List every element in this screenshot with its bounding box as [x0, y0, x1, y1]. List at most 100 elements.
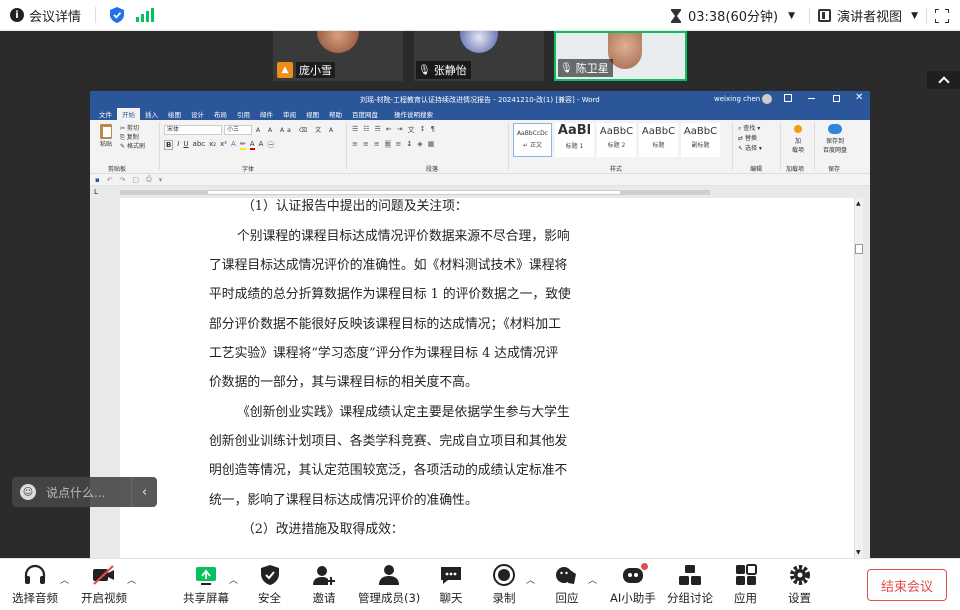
signal-icon[interactable] — [136, 8, 155, 22]
char-shading-button[interactable]: A — [259, 140, 264, 150]
new-doc-icon[interactable]: ▢ — [133, 176, 140, 184]
enclose-char-button[interactable]: ㊀ — [267, 140, 274, 150]
undo-icon[interactable]: ↶ — [107, 176, 113, 184]
speaker-view-button[interactable]: 演讲者视图 ▼ — [818, 6, 918, 25]
emoji-icon[interactable]: ☺ — [20, 484, 36, 500]
justify-icon[interactable]: ≡ — [384, 140, 391, 148]
apps-button[interactable]: 应用 — [734, 563, 757, 606]
collapse-chat-icon[interactable]: ‹ — [131, 477, 157, 507]
text-effects-button[interactable]: A — [231, 140, 236, 150]
audio-options-caret[interactable]: ︿ — [60, 573, 69, 586]
audio-button[interactable]: 选择音频 — [12, 563, 58, 606]
font-size-select[interactable]: 小三 — [224, 125, 252, 135]
participant-tile-1[interactable]: ▲ 庞小雪 — [273, 31, 403, 81]
video-button[interactable]: 开启视频 — [81, 563, 127, 606]
ribbon-tab[interactable]: 设计 — [186, 108, 209, 120]
find-button[interactable]: ⌕ 查找 ▾ — [738, 124, 762, 134]
underline-button[interactable]: U — [183, 140, 188, 150]
borders-icon[interactable]: ▦ — [428, 140, 435, 148]
cut-button[interactable]: ✂ 剪切 — [120, 124, 145, 133]
replace-button[interactable]: ⇄ 替换 — [738, 134, 762, 144]
security-button[interactable]: 安全 — [258, 563, 281, 606]
paste-button[interactable]: 粘贴 — [96, 124, 116, 148]
meeting-details-button[interactable]: i 会议详情 — [10, 6, 81, 25]
tab-selector-icon[interactable]: L — [94, 188, 98, 196]
reaction-button[interactable]: 回应 — [555, 563, 579, 606]
vertical-scrollbar[interactable]: ▲ ▼ — [854, 198, 863, 558]
style-item[interactable]: AaBl 标题 1 — [555, 123, 594, 157]
ribbon-tab[interactable]: 操作说明搜索 — [389, 108, 438, 120]
record-button[interactable]: 录制 — [492, 563, 516, 606]
fullscreen-icon[interactable] — [934, 7, 950, 24]
share-options-caret[interactable]: ︿ — [229, 573, 238, 586]
ribbon-tab[interactable]: 引用 — [232, 108, 255, 120]
format-painter-button[interactable]: ✎ 格式刷 — [120, 142, 145, 151]
collapse-strip-button[interactable] — [927, 71, 960, 89]
ribbon-tab[interactable]: 帮助 — [324, 108, 347, 120]
record-options-caret[interactable]: ︿ — [526, 573, 535, 586]
scroll-up-icon[interactable]: ▲ — [856, 200, 861, 207]
ribbon-tab[interactable]: 文件 — [94, 108, 117, 120]
scroll-thumb[interactable] — [855, 244, 863, 254]
style-item[interactable]: AaBbCcDc ↵ 正文 — [513, 123, 552, 157]
breakout-rooms-button[interactable]: 分组讨论 — [667, 563, 713, 606]
sort-icon[interactable]: ↕ — [420, 125, 426, 135]
user-avatar[interactable] — [762, 94, 772, 104]
chat-quick-input[interactable]: ☺ 说点什么... ‹ — [12, 477, 157, 507]
scroll-down-icon[interactable]: ▼ — [856, 549, 861, 556]
ribbon-tab[interactable]: 插入 — [140, 108, 163, 120]
align-right-icon[interactable]: ≡ — [374, 140, 380, 148]
shield-check-icon[interactable] — [110, 7, 125, 23]
redo-icon[interactable]: ↷ — [120, 176, 126, 184]
settings-button[interactable]: 设置 — [788, 563, 811, 606]
style-item[interactable]: AaBbC 标题 2 — [597, 123, 636, 157]
subscript-button[interactable]: x₂ — [209, 140, 216, 150]
invite-button[interactable]: 邀请 — [312, 563, 336, 606]
chinese-layout-icon[interactable]: 文 — [408, 125, 415, 135]
timer-dropdown-icon[interactable]: ▼ — [788, 11, 795, 21]
multilevel-icon[interactable]: ☴ — [375, 125, 381, 135]
ribbon-tab[interactable]: 绘图 — [163, 108, 186, 120]
highlight-button[interactable]: ✏ — [239, 140, 246, 150]
ribbon-tab[interactable]: 开始 — [117, 108, 140, 120]
participant-tile-2[interactable]: 🎙 张静怡 — [414, 31, 544, 81]
reaction-options-caret[interactable]: ︿ — [588, 573, 597, 586]
copy-button[interactable]: ⎘ 复制 — [120, 133, 145, 142]
share-screen-button[interactable]: 共享屏幕 — [183, 563, 229, 606]
superscript-button[interactable]: x² — [220, 140, 227, 150]
shading-icon[interactable]: ◈ — [417, 140, 422, 148]
show-marks-icon[interactable]: ¶ — [430, 125, 434, 135]
ribbon-tab[interactable]: 审阅 — [278, 108, 301, 120]
save-baidu-button[interactable]: 保存到 百度网盘 — [818, 124, 852, 154]
ribbon-tab[interactable]: 视图 — [301, 108, 324, 120]
numbering-icon[interactable]: ☷ — [363, 125, 369, 135]
ribbon-tab[interactable]: 百度网盘 — [347, 108, 383, 120]
bold-button[interactable]: B — [164, 140, 174, 150]
increase-indent-icon[interactable]: ⇥ — [397, 125, 403, 135]
ribbon-display-icon[interactable] — [784, 94, 792, 102]
line-spacing-icon[interactable]: ↨ — [406, 140, 412, 148]
align-left-icon[interactable]: ≡ — [352, 140, 358, 148]
font-color-button[interactable]: A — [249, 140, 255, 150]
ai-assistant-button[interactable]: AI小助手 — [610, 563, 656, 606]
ribbon-tab[interactable]: 布局 — [209, 108, 232, 120]
select-button[interactable]: ↖ 选择 ▾ — [738, 144, 762, 154]
maximize-icon[interactable] — [833, 95, 840, 102]
ribbon-tab[interactable]: 邮件 — [255, 108, 278, 120]
distribute-icon[interactable]: ≡ — [396, 140, 402, 148]
strikethrough-button[interactable]: abc — [193, 140, 206, 150]
video-options-caret[interactable]: ︿ — [127, 573, 136, 586]
italic-button[interactable]: I — [177, 140, 179, 150]
addins-button[interactable]: 加 载项 — [786, 125, 810, 154]
minimize-icon[interactable] — [808, 98, 815, 99]
customize-qat-icon[interactable]: ▾ — [159, 176, 163, 184]
close-icon[interactable]: ✕ — [855, 92, 863, 103]
manage-members-button[interactable]: 管理成员(3) — [358, 563, 420, 606]
document-page[interactable]: （1）认证报告中提出的问题及关注项： 个别课程的课程目标达成情况评价数据来源不尽… — [120, 198, 863, 558]
decrease-indent-icon[interactable]: ⇤ — [386, 125, 392, 135]
participant-tile-3[interactable]: 🎙 陈卫星 — [554, 31, 687, 81]
style-item[interactable]: AaBbC 标题 — [639, 123, 678, 157]
chat-button[interactable]: 聊天 — [439, 563, 463, 606]
bullets-icon[interactable]: ☰ — [352, 125, 358, 135]
font-name-select[interactable]: 宋体 — [164, 125, 222, 135]
